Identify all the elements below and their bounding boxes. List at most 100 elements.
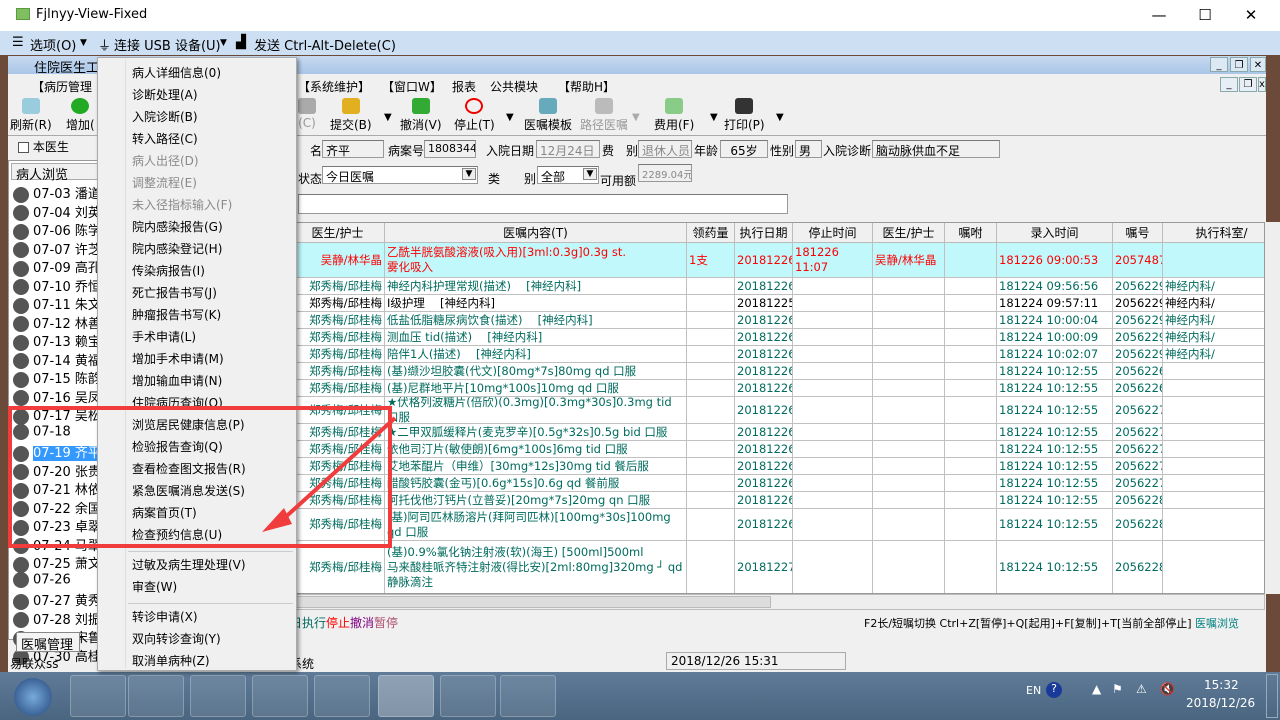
type-select[interactable]: 全部 ▼ — [537, 166, 599, 184]
column-header[interactable]: 停止时间 — [793, 223, 873, 243]
chevron-down-icon[interactable]: ▼ — [583, 168, 597, 180]
context-menu-item[interactable]: 未入径指标输入(F) — [132, 196, 232, 213]
taskbar-app3[interactable] — [440, 675, 496, 717]
order-input[interactable] — [298, 194, 788, 214]
fee-button[interactable]: 费用(F) — [654, 98, 694, 133]
context-menu-item[interactable]: 院内感染报告(G) — [132, 218, 223, 235]
context-menu-item[interactable]: 调整流程(E) — [132, 174, 197, 191]
stop-dropdown[interactable]: ▼ — [506, 112, 514, 123]
column-header[interactable]: 医生/护士 — [291, 223, 385, 243]
context-menu-item[interactable]: 检查预约信息(U) — [132, 526, 222, 543]
ctrl-alt-delete-button[interactable]: 发送 Ctrl-Alt-Delete(C) — [254, 35, 396, 54]
scrollbar-thumb[interactable] — [291, 596, 771, 608]
diagnosis-field[interactable]: 脑动脉供血不足 — [872, 140, 1000, 158]
taskbar-ie[interactable] — [70, 675, 126, 717]
options-menu[interactable]: 选项(O) — [30, 35, 76, 54]
admit-date-field[interactable]: 12月24日 — [536, 140, 600, 158]
refresh-button[interactable]: 刷新(R) — [10, 98, 52, 133]
context-menu-item[interactable]: 病案首页(T) — [132, 504, 197, 521]
context-menu-item[interactable]: 死亡报告书写(J) — [132, 284, 217, 301]
maximize-button[interactable]: ☐ — [1182, 4, 1228, 26]
order-browse-link[interactable]: 医嘱浏览 — [1195, 617, 1239, 630]
print-dropdown[interactable]: ▼ — [776, 112, 784, 123]
case-no-field[interactable]: 1808344 — [424, 140, 476, 158]
taskbar-app1[interactable] — [252, 675, 308, 717]
clock-time[interactable]: 15:32 — [1204, 678, 1239, 692]
column-header[interactable]: 领药量 — [687, 223, 735, 243]
taskbar-explorer[interactable] — [128, 675, 184, 717]
context-menu-item[interactable]: 紧急医嘱消息发送(S) — [132, 482, 245, 499]
add-button[interactable]: 增加( — [66, 98, 95, 133]
app-minimize-button[interactable]: _ — [1210, 57, 1228, 72]
context-menu-item[interactable]: 肿瘤报告书写(K) — [132, 306, 221, 323]
column-header[interactable]: 执行日期 — [735, 223, 793, 243]
taskbar-sql[interactable] — [500, 675, 556, 717]
context-menu-item[interactable]: 院内感染登记(H) — [132, 240, 222, 257]
chevron-down-icon[interactable]: ▼ — [462, 168, 476, 180]
pathway-order-button[interactable]: 路径医嘱 — [580, 98, 628, 133]
chevron-down-icon[interactable]: ▼ — [80, 38, 87, 48]
start-button[interactable] — [14, 678, 52, 716]
menu-window[interactable]: 【窗口W】 — [382, 78, 442, 95]
close-button[interactable]: ✕ — [1228, 4, 1274, 26]
taskbar-doctor-app[interactable] — [378, 675, 434, 717]
context-menu-item[interactable]: 转诊申请(X) — [132, 608, 198, 625]
column-header[interactable]: 执行科室/ — [1163, 223, 1264, 243]
clock-date[interactable]: 2018/12/26 — [1186, 696, 1255, 710]
network-warning-icon[interactable]: ⚠ — [1136, 682, 1147, 696]
context-menu-item[interactable]: 住院病历查询(O) — [132, 394, 223, 411]
menu-system[interactable]: 【系统维护】 — [298, 78, 370, 95]
usb-menu[interactable]: 连接 USB 设备(U) — [114, 35, 221, 54]
submit-dropdown[interactable]: ▼ — [384, 112, 392, 123]
column-header[interactable]: 嘱咐 — [945, 223, 997, 243]
minimize-button[interactable]: — — [1136, 4, 1182, 26]
show-desktop-button[interactable] — [1266, 674, 1278, 718]
context-menu-item[interactable]: 过敏及病生理处理(V) — [132, 556, 246, 573]
vertical-scrollbar[interactable] — [1265, 222, 1280, 594]
context-menu-item[interactable]: 审查(W) — [132, 578, 177, 595]
fee-type-field[interactable]: 退休人员 — [638, 140, 692, 158]
context-menu-item[interactable]: 浏览居民健康信息(P) — [132, 416, 245, 433]
context-menu-item[interactable]: 转入路径(C) — [132, 130, 198, 147]
fee-dropdown[interactable]: ▼ — [710, 112, 718, 123]
context-menu-item[interactable]: 传染病报告(I) — [132, 262, 205, 279]
stop-button[interactable]: 停止(T) — [454, 98, 495, 133]
chevron-down-icon[interactable]: ▼ — [220, 38, 227, 48]
column-header[interactable]: 医生/护士 — [873, 223, 945, 243]
cancel-button[interactable]: (C) — [298, 98, 316, 130]
context-menu-item[interactable]: 增加输血申请(N) — [132, 372, 222, 389]
column-header[interactable]: 嘱号 — [1113, 223, 1163, 243]
status-select[interactable]: 今日医嘱 ▼ — [322, 166, 478, 184]
print-button[interactable]: 打印(P) — [724, 98, 765, 133]
mdi-restore-button[interactable]: ❐ — [1239, 77, 1257, 92]
volume-muted-icon[interactable]: 🔇 — [1160, 682, 1175, 696]
help-icon[interactable]: ? — [1046, 682, 1062, 698]
action-center-icon[interactable]: ⚑ — [1112, 682, 1123, 696]
show-hidden-icons[interactable]: ▲ — [1092, 682, 1101, 696]
context-menu-item[interactable]: 病人出径(D) — [132, 152, 199, 169]
context-menu-item[interactable]: 取消单病种(Z) — [132, 652, 210, 669]
context-menu-item[interactable]: 双向转诊查询(Y) — [132, 630, 221, 647]
taskbar-app2[interactable] — [314, 675, 370, 717]
mdi-close-button[interactable]: x — [1258, 77, 1266, 92]
context-menu-item[interactable]: 查看检查图文报告(R) — [132, 460, 246, 477]
context-menu-item[interactable]: 检验报告查询(Q) — [132, 438, 223, 455]
horizontal-scrollbar[interactable] — [290, 594, 1265, 610]
language-indicator[interactable]: EN — [1026, 684, 1041, 697]
column-header[interactable]: 医嘱内容(T) — [385, 223, 687, 243]
context-menu-item[interactable]: 手术申请(L) — [132, 328, 196, 345]
app-close-button[interactable]: ✕ — [1250, 57, 1266, 72]
app-restore-button[interactable]: ❐ — [1230, 57, 1248, 72]
revoke-button[interactable]: 撤消(V) — [400, 98, 442, 133]
menu-public-modules[interactable]: 公共模块 — [490, 78, 538, 95]
context-menu-item[interactable]: 入院诊断(B) — [132, 108, 198, 125]
tab-order-management[interactable]: 医嘱管理 — [16, 632, 80, 653]
patient-name-field[interactable]: 齐平 — [322, 140, 384, 158]
pathway-dropdown[interactable]: ▼ — [632, 112, 640, 123]
sex-field[interactable]: 男 — [795, 140, 822, 158]
context-menu-item[interactable]: 增加手术申请(M) — [132, 350, 224, 367]
menu-help[interactable]: 【帮助H】 — [558, 78, 615, 95]
context-menu-item[interactable]: 诊断处理(A) — [132, 86, 198, 103]
context-menu-item[interactable]: 病人详细信息(0) — [132, 64, 221, 81]
order-template-button[interactable]: 医嘱模板 — [524, 98, 572, 133]
